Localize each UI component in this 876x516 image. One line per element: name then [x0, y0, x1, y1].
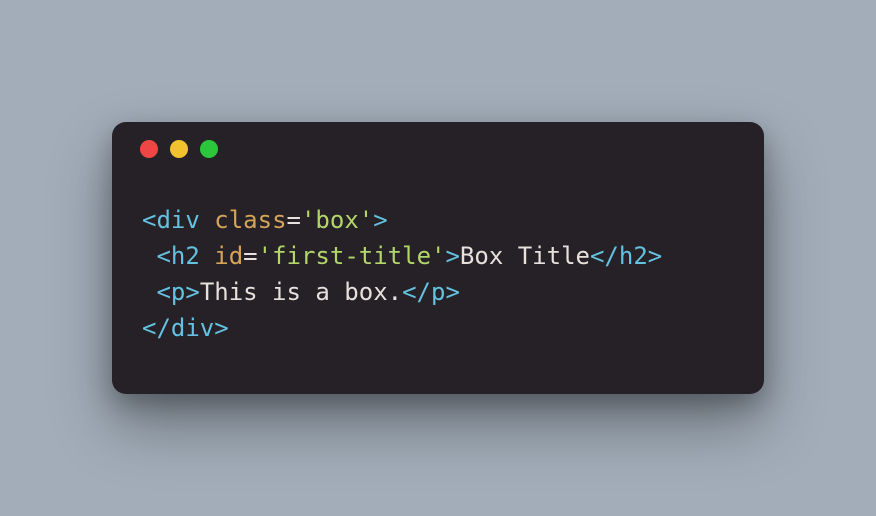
code-line: <div class='box'>: [142, 202, 734, 238]
code-line: <h2 id='first-title'>Box Title</h2>: [142, 238, 734, 274]
code-line: </div>: [142, 310, 734, 346]
close-icon[interactable]: [140, 140, 158, 158]
code-window: <div class='box'> <h2 id='first-title'>B…: [112, 122, 764, 394]
titlebar: [112, 122, 764, 162]
code-block: <div class='box'> <h2 id='first-title'>B…: [112, 162, 764, 394]
maximize-icon[interactable]: [200, 140, 218, 158]
minimize-icon[interactable]: [170, 140, 188, 158]
code-line: <p>This is a box.</p>: [142, 274, 734, 310]
